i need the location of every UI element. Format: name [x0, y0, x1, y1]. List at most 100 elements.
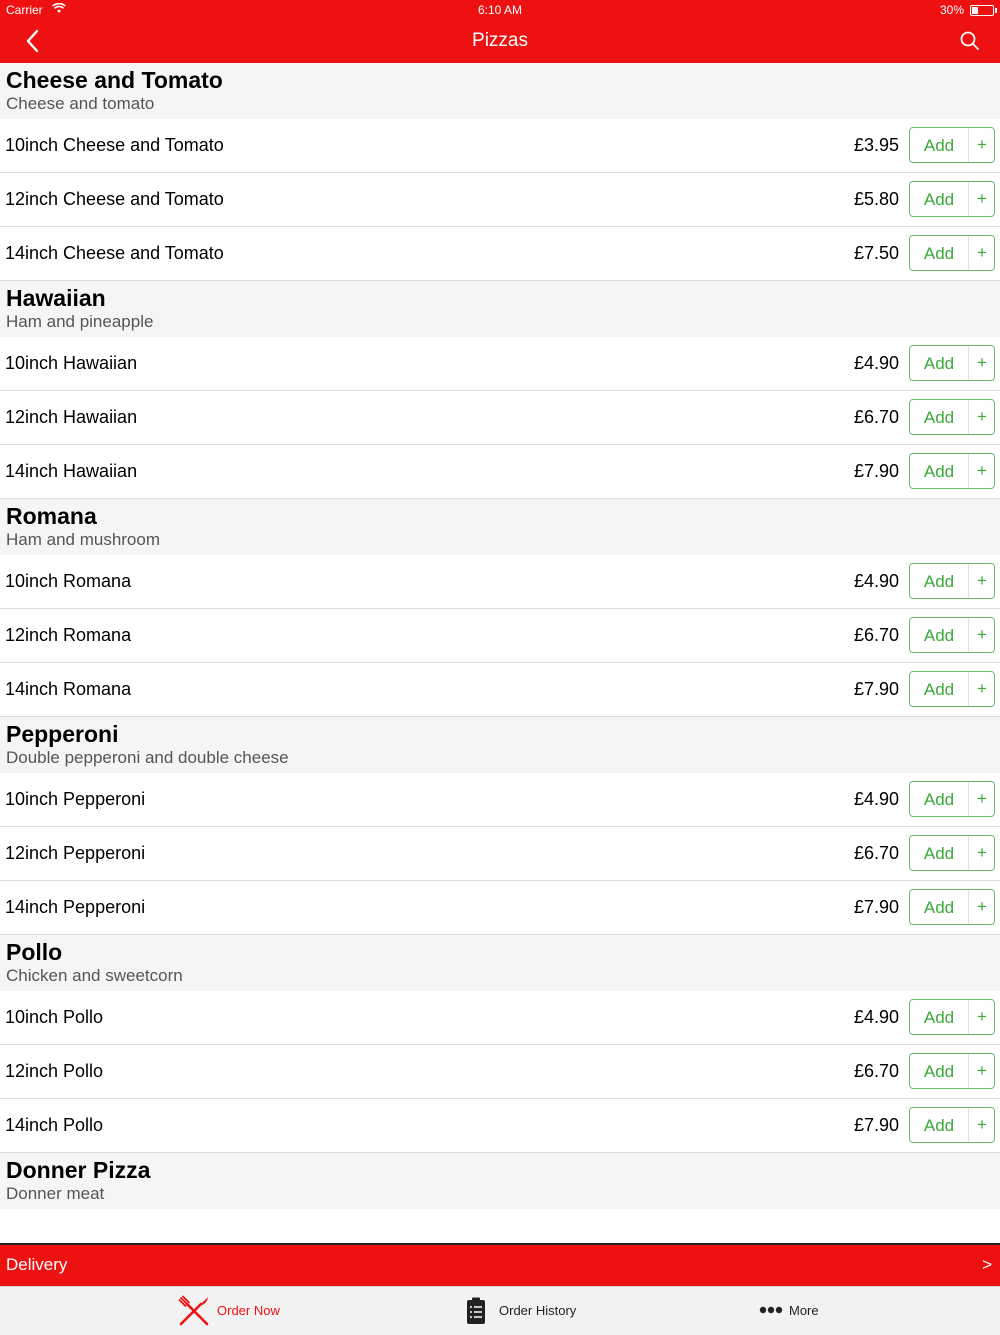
plus-icon: +: [977, 353, 987, 372]
section-description: Chicken and sweetcorn: [6, 966, 183, 985]
menu-item-row[interactable]: 12inch Pepperoni £6.70 Add +: [0, 827, 1000, 881]
menu-item-row[interactable]: 10inch Pollo £4.90 Add +: [0, 991, 1000, 1045]
item-name: 10inch Pepperoni: [5, 789, 146, 809]
add-button-label: Add: [923, 844, 955, 863]
tab-label: Order History: [499, 1303, 577, 1318]
item-price: £6.70: [853, 625, 899, 645]
add-to-order-button[interactable]: Add +: [909, 1107, 995, 1143]
add-to-order-button[interactable]: Add +: [909, 235, 995, 271]
add-button-label: Add: [923, 572, 955, 591]
add-to-order-button[interactable]: Add +: [909, 563, 995, 599]
add-button-label: Add: [923, 1008, 955, 1027]
add-to-order-button[interactable]: Add +: [909, 1053, 995, 1089]
section-description: Donner meat: [6, 1184, 105, 1203]
add-to-order-button[interactable]: Add +: [909, 617, 995, 653]
menu-item-row[interactable]: 10inch Pepperoni £4.90 Add +: [0, 773, 1000, 827]
section-title: Romana: [6, 503, 97, 529]
item-price: £7.50: [853, 243, 899, 263]
section-header: Cheese and Tomato Cheese and tomato: [0, 63, 1000, 119]
item-price: £4.90: [853, 353, 899, 373]
item-name: 14inch Romana: [5, 679, 132, 699]
add-to-order-button[interactable]: Add +: [909, 345, 995, 381]
menu-item-row[interactable]: 12inch Pollo £6.70 Add +: [0, 1045, 1000, 1099]
battery-icon: [970, 5, 997, 16]
item-price: £4.90: [853, 1007, 899, 1027]
add-button-label: Add: [923, 1062, 955, 1081]
add-to-order-button[interactable]: Add +: [909, 889, 995, 925]
add-to-order-button[interactable]: Add +: [909, 999, 995, 1035]
item-price: £4.90: [853, 789, 899, 809]
item-name: 10inch Cheese and Tomato: [5, 135, 224, 155]
section-description: Ham and mushroom: [6, 530, 161, 549]
section-header: Donner Pizza Donner meat: [0, 1153, 1000, 1209]
menu-item-row[interactable]: 14inch Hawaiian £7.90 Add +: [0, 445, 1000, 499]
add-to-order-button[interactable]: Add +: [909, 781, 995, 817]
menu-list[interactable]: Cheese and Tomato Cheese and tomato 10inch…: [0, 63, 1000, 1243]
item-name: 10inch Pollo: [5, 1007, 104, 1027]
menu-item-row[interactable]: 10inch Hawaiian £4.90 Add +: [0, 337, 1000, 391]
item-price: £7.90: [853, 1115, 899, 1135]
delivery-label: Delivery: [6, 1255, 68, 1274]
item-name: 14inch Hawaiian: [5, 461, 138, 481]
tab-order-history[interactable]: Order History: [460, 1287, 620, 1335]
add-button-label: Add: [923, 136, 955, 155]
menu-item-row[interactable]: 12inch Cheese and Tomato £5.80 Add +: [0, 173, 1000, 227]
add-to-order-button[interactable]: Add +: [909, 181, 995, 217]
menu-item-row[interactable]: 14inch Cheese and Tomato £7.50 Add +: [0, 227, 1000, 281]
search-button[interactable]: [958, 29, 982, 53]
plus-icon: +: [977, 843, 987, 862]
plus-icon: +: [977, 135, 987, 154]
plus-icon: +: [977, 625, 987, 644]
section-title: Donner Pizza: [6, 1157, 151, 1183]
menu-item-row[interactable]: 14inch Pollo £7.90 Add +: [0, 1099, 1000, 1153]
page-title: Pizzas: [472, 30, 528, 51]
tab-label: More: [789, 1303, 819, 1318]
add-button-label: Add: [923, 898, 955, 917]
add-to-order-button[interactable]: Add +: [909, 835, 995, 871]
add-to-order-button[interactable]: Add +: [909, 399, 995, 435]
add-button-label: Add: [923, 408, 955, 427]
menu-item-row[interactable]: 14inch Romana £7.90 Add +: [0, 663, 1000, 717]
search-icon: [960, 31, 979, 50]
item-price: £5.80: [853, 189, 899, 209]
item-name: 14inch Pepperoni: [5, 897, 146, 917]
more-dots-icon: [759, 1306, 783, 1314]
item-name: 12inch Pepperoni: [5, 843, 146, 863]
plus-icon: +: [977, 679, 987, 698]
add-to-order-button[interactable]: Add +: [909, 127, 995, 163]
section-header: Pepperoni Double pepperoni and double che…: [0, 717, 1000, 773]
clock: 6:10 AM: [477, 3, 523, 17]
item-name: 12inch Hawaiian: [5, 407, 138, 427]
add-button-label: Add: [923, 244, 955, 263]
plus-icon: +: [977, 461, 987, 480]
item-price: £6.70: [853, 843, 899, 863]
section-header: Pollo Chicken and sweetcorn: [0, 935, 1000, 991]
delivery-bar[interactable]: Delivery >: [0, 1243, 1000, 1287]
item-price: £3.95: [853, 135, 899, 155]
tab-label: Order Now: [217, 1303, 280, 1318]
item-price: £7.90: [853, 897, 899, 917]
plus-icon: +: [977, 897, 987, 916]
plus-icon: +: [977, 789, 987, 808]
menu-item-row[interactable]: 10inch Romana £4.90 Add +: [0, 555, 1000, 609]
menu-item-row[interactable]: 10inch Cheese and Tomato £3.95 Add +: [0, 119, 1000, 173]
status-bar: Carrier 6:10 AM 30%: [0, 0, 1000, 20]
item-price: £6.70: [853, 407, 899, 427]
plus-icon: +: [977, 1061, 987, 1080]
plus-icon: +: [977, 189, 987, 208]
menu-item-row[interactable]: 12inch Hawaiian £6.70 Add +: [0, 391, 1000, 445]
battery-percent: 30%: [939, 3, 964, 17]
add-to-order-button[interactable]: Add +: [909, 671, 995, 707]
menu-item-row[interactable]: 12inch Romana £6.70 Add +: [0, 609, 1000, 663]
tab-more[interactable]: More: [755, 1287, 875, 1335]
plus-icon: +: [977, 1115, 987, 1134]
section-header: Hawaiian Ham and pineapple: [0, 281, 1000, 337]
add-to-order-button[interactable]: Add +: [909, 453, 995, 489]
item-price: £7.90: [853, 461, 899, 481]
menu-item-row[interactable]: 14inch Pepperoni £7.90 Add +: [0, 881, 1000, 935]
item-price: £4.90: [853, 571, 899, 591]
tab-order-now[interactable]: Order Now: [170, 1287, 330, 1335]
add-button-label: Add: [923, 190, 955, 209]
item-name: 12inch Pollo: [5, 1061, 104, 1081]
item-price: £7.90: [853, 679, 899, 699]
